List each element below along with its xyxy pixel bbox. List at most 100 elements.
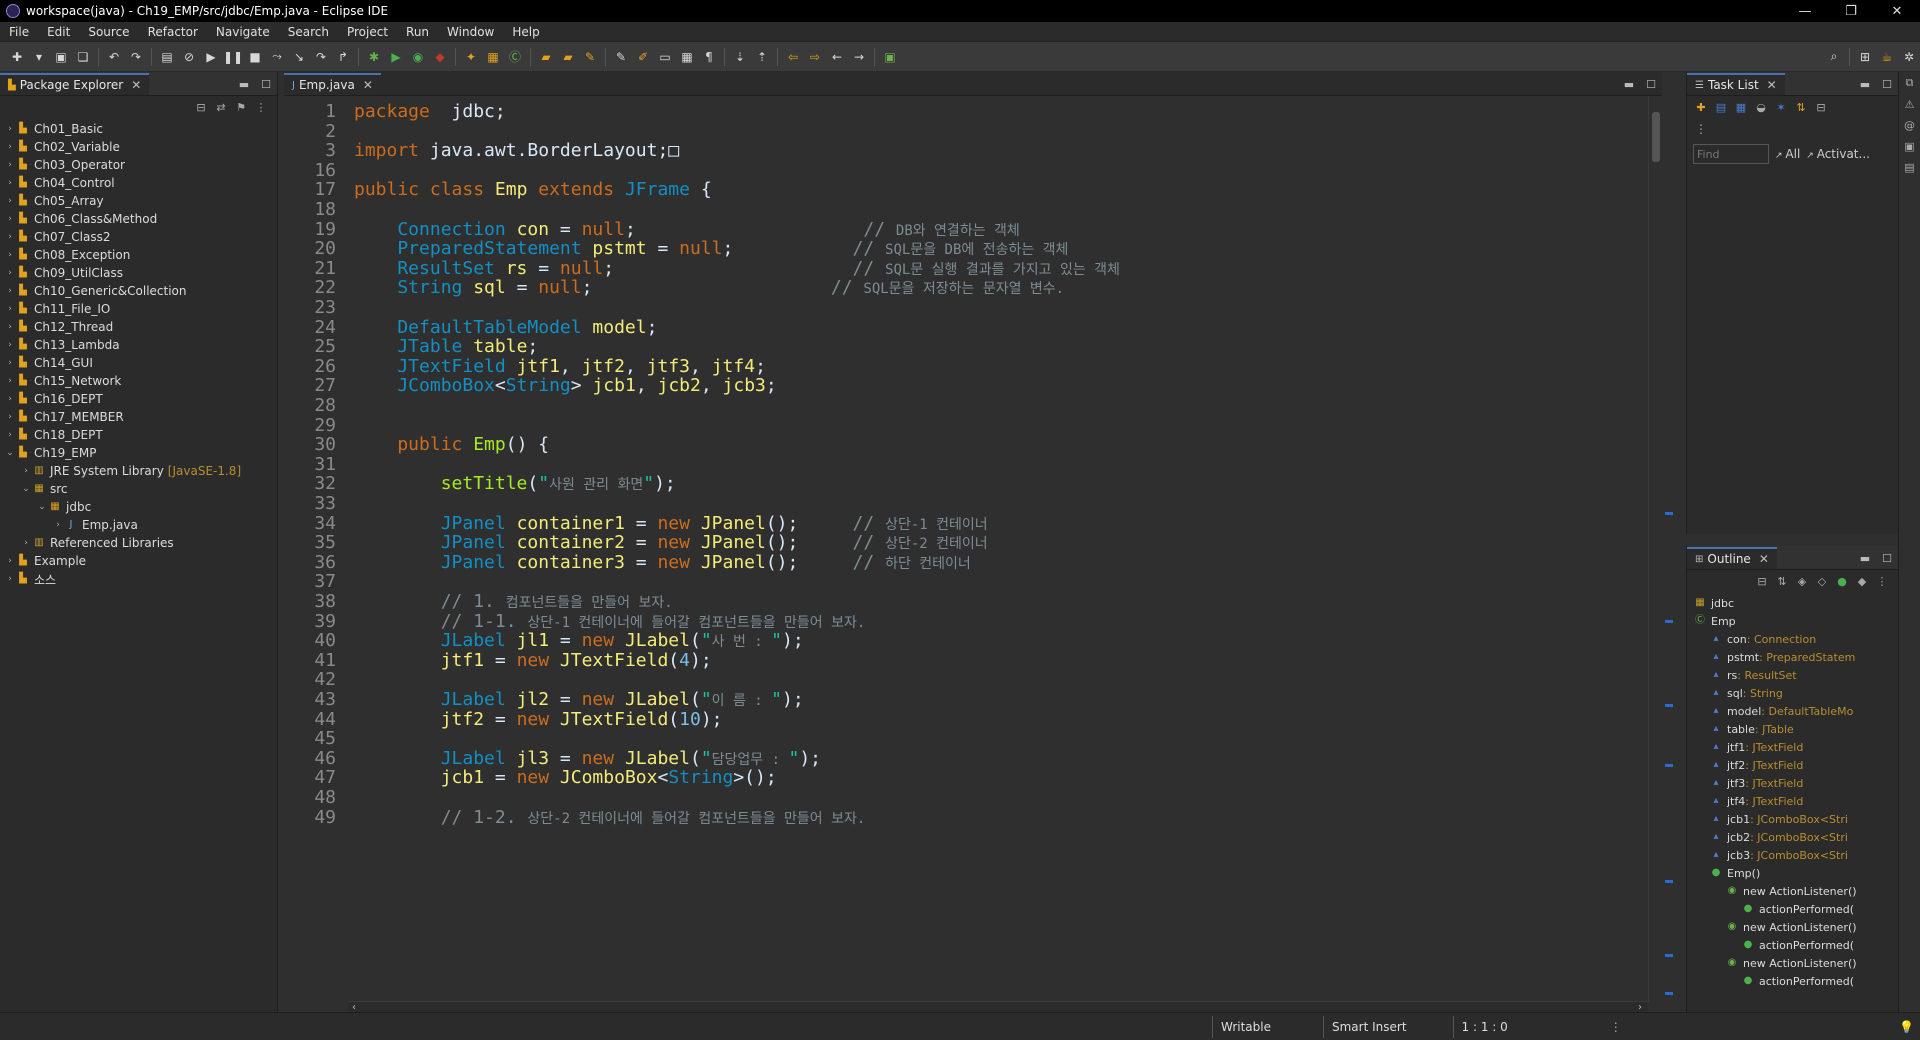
chevron-right-icon[interactable]: › (4, 322, 16, 332)
chevron-right-icon[interactable]: › (4, 232, 16, 242)
minimize-icon[interactable]: ▬ (1854, 552, 1876, 565)
maximize-icon[interactable]: ☐ (1876, 552, 1898, 565)
tree-item[interactable]: › ▙ Ch12_Thread (0, 318, 277, 336)
activate-link[interactable]: ↗ Activat... (1806, 147, 1870, 161)
close-icon[interactable]: ✕ (363, 78, 373, 92)
code-area[interactable]: package jdbc; import java.awt.BorderLayou… (348, 96, 1638, 1002)
debug-icon[interactable]: ✱ (365, 48, 383, 66)
run-icon[interactable]: ▶ (387, 48, 405, 66)
menu-search[interactable]: Search (279, 25, 338, 39)
chevron-right-icon[interactable]: › (4, 124, 16, 134)
tree-item[interactable]: › ▙ Ch11_File_IO (0, 300, 277, 318)
chevron-right-icon[interactable]: › (4, 160, 16, 170)
chevron-down-icon[interactable]: ⌄ (20, 484, 32, 494)
restore-icon[interactable]: ⧉ (1906, 76, 1914, 90)
block-selection-icon[interactable]: ▦ (678, 48, 696, 66)
code-line[interactable]: JComboBox<String> jcb1, jcb2, jcb3; (354, 374, 776, 398)
skip-breakpoints-icon[interactable]: ⊘ (180, 48, 198, 66)
status-menu-icon[interactable]: ⋮ (1610, 1020, 1622, 1034)
search-tool-icon[interactable]: ✎ (581, 48, 599, 66)
tree-item[interactable]: › ▙ Ch13_Lambda (0, 336, 277, 354)
open-icon[interactable]: ▾ (30, 48, 48, 66)
maximize-icon[interactable]: ☐ (1876, 78, 1898, 91)
status-insert-mode[interactable]: Smart Insert (1323, 1015, 1415, 1038)
new-java-project-icon[interactable]: ✦ (462, 48, 480, 66)
forward-icon[interactable]: → (850, 48, 868, 66)
toggle-mark-icon[interactable]: ✎ (612, 48, 630, 66)
resume-icon[interactable]: ▶ (202, 48, 220, 66)
focus-icon[interactable]: ✶ (1771, 101, 1791, 114)
tab-package-explorer[interactable]: ▙ Package Explorer ✕ (0, 73, 150, 95)
view-menu-icon[interactable]: ⋮ (1687, 118, 1898, 140)
code-line[interactable]: jtf2 = new JTextField(10); (354, 708, 723, 732)
chevron-right-icon[interactable]: › (4, 358, 16, 368)
tree-item[interactable]: › ▙ Ch07_Class2 (0, 228, 277, 246)
view-menu-icon[interactable]: ⋮ (1872, 575, 1892, 588)
hide-nonpublic-icon[interactable]: ● (1832, 575, 1852, 588)
chevron-right-icon[interactable]: › (4, 178, 16, 188)
chevron-right-icon[interactable]: › (4, 376, 16, 386)
coverage-icon[interactable]: ◉ (409, 48, 427, 66)
tree-item[interactable]: › ▙ Ch02_Variable (0, 138, 277, 156)
minimize-icon[interactable]: ▬ (233, 78, 255, 91)
code-line[interactable]: public Emp() { (354, 433, 549, 457)
tree-item[interactable]: › ▙ Ch09_UtilClass (0, 264, 277, 282)
tree-item[interactable]: › ▙ Ch08_Exception (0, 246, 277, 264)
show-whitespace-icon[interactable]: ¶ (700, 48, 718, 66)
annotation-marker[interactable] (1665, 512, 1673, 515)
minimize-icon[interactable]: ▬ (1854, 78, 1876, 91)
collapse-all-icon[interactable]: ⊟ (1811, 101, 1831, 114)
outline-item[interactable]: ◉ new ActionListener() (1687, 882, 1898, 900)
suspend-icon[interactable]: ❚❚ (223, 48, 243, 66)
code-line[interactable]: JPanel container3 = new JPanel(); // 하단 … (354, 551, 971, 576)
code-line[interactable]: import java.awt.BorderLayout;□ (354, 139, 679, 163)
close-icon[interactable]: ✕ (131, 78, 141, 92)
tree-item[interactable]: › ▙ Ch15_Network (0, 372, 277, 390)
outline-item[interactable]: ▴ jtf3 : JTextField (1687, 774, 1898, 792)
outline-item[interactable]: ● actionPerformed( (1687, 936, 1898, 954)
find-input[interactable] (1693, 144, 1769, 164)
save-icon[interactable]: ▣ (52, 48, 70, 66)
categorized-icon[interactable]: ▤ (1711, 101, 1731, 114)
menu-refactor[interactable]: Refactor (139, 25, 207, 39)
tree-item[interactable]: › ▙ Ch06_Class&Method (0, 210, 277, 228)
tree-item[interactable]: › ▙ Ch05_Array (0, 192, 277, 210)
view-menu-icon[interactable]: ⋮ (251, 101, 271, 114)
outline-item[interactable]: ▴ jtf4 : JTextField (1687, 792, 1898, 810)
vertical-scrollbar[interactable] (1648, 96, 1662, 1002)
filters-icon[interactable]: ⚑ (231, 101, 251, 114)
tree-item[interactable]: ⌄ ▙ Ch19_EMP (0, 444, 277, 462)
new-package-icon[interactable]: ▦ (484, 48, 502, 66)
minimize-icon[interactable]: — (1782, 4, 1828, 19)
outline-item[interactable]: ● actionPerformed( (1687, 972, 1898, 990)
tree-item[interactable]: › ▙ Ch01_Basic (0, 120, 277, 138)
open-perspective-icon[interactable]: ⊞ (1856, 48, 1874, 66)
tree-item[interactable]: ⌄ ▦ jdbc (0, 498, 277, 516)
code-line[interactable]: package jdbc; (354, 100, 506, 124)
annotation-marker[interactable] (1665, 704, 1673, 707)
outline-item[interactable]: ▴ table : JTable (1687, 720, 1898, 738)
sync-icon[interactable]: ⇅ (1791, 101, 1811, 114)
chevron-right-icon[interactable]: › (20, 538, 32, 548)
outline-item[interactable]: ▴ pstmt : PreparedStatem (1687, 648, 1898, 666)
java-perspective-icon[interactable]: ☕ (1878, 48, 1896, 66)
minimize-icon[interactable]: ▬ (1618, 78, 1640, 91)
chevron-right-icon[interactable]: › (4, 250, 16, 260)
outline-item[interactable]: Ⓒ Emp (1687, 612, 1898, 630)
chevron-right-icon[interactable]: › (4, 556, 16, 566)
link-with-editor-icon[interactable]: ⇄ (211, 101, 231, 114)
menu-file[interactable]: File (0, 25, 38, 39)
tree-item[interactable]: › ▙ Ch16_DEPT (0, 390, 277, 408)
annotation-marker[interactable] (1665, 620, 1673, 623)
tab-outline[interactable]: ⊞ Outline ✕ (1687, 547, 1777, 569)
outline-item[interactable]: ▴ jcb3 : JComboBox<Stri (1687, 846, 1898, 864)
collapse-all-icon[interactable]: ⊟ (1752, 575, 1772, 588)
undo-icon[interactable]: ↶ (105, 48, 123, 66)
chevron-right-icon[interactable]: › (4, 574, 16, 584)
tree-item[interactable]: › J Emp.java (0, 516, 277, 534)
hide-fields-icon[interactable]: ◈ (1792, 575, 1812, 588)
outline-item[interactable]: ● Emp() (1687, 864, 1898, 882)
chevron-down-icon[interactable]: ⌄ (4, 448, 16, 458)
sort-icon[interactable]: ⇅ (1772, 575, 1792, 588)
javadoc-icon[interactable]: @ (1904, 119, 1915, 132)
